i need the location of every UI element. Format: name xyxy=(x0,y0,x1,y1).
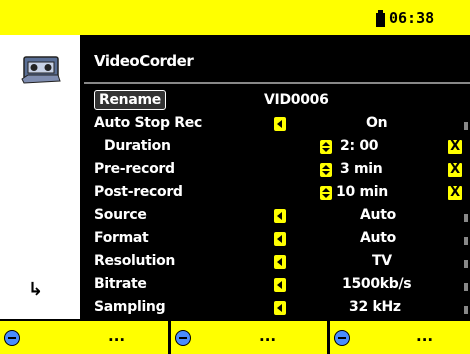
softkey-button-icon xyxy=(175,330,191,346)
left-arrow-icon[interactable] xyxy=(274,301,286,315)
setting-value: VID0006 xyxy=(264,92,329,108)
softkey-button-icon xyxy=(4,330,20,346)
up-down-arrow-icon[interactable] xyxy=(320,163,332,177)
softkey-button-icon xyxy=(334,330,350,346)
edge-indicator xyxy=(464,214,468,222)
checkbox-x-icon[interactable]: X xyxy=(448,186,462,200)
edge-indicator xyxy=(464,306,468,314)
setting-label: Resolution xyxy=(94,253,176,269)
edge-indicator xyxy=(464,237,468,245)
divider xyxy=(84,82,470,84)
softkey-3[interactable]: ... xyxy=(330,321,470,354)
setting-row-pre-record[interactable]: Pre-record 3 min X xyxy=(94,161,470,183)
softkey-bar: ... ... ... xyxy=(0,319,470,354)
setting-value: Auto xyxy=(360,230,396,246)
setting-label: Pre-record xyxy=(94,161,175,177)
setting-row-bitrate[interactable]: Bitrate 1500kb/s xyxy=(94,276,470,298)
setting-value: Auto xyxy=(360,207,396,223)
softkey-label: ... xyxy=(259,327,277,345)
up-down-arrow-icon[interactable] xyxy=(320,186,332,200)
left-arrow-icon[interactable] xyxy=(274,209,286,223)
left-arrow-icon[interactable] xyxy=(274,278,286,292)
setting-value: TV xyxy=(372,253,392,269)
setting-value: On xyxy=(366,115,388,131)
softkey-label: ... xyxy=(416,327,434,345)
setting-row-format[interactable]: Format Auto xyxy=(94,230,470,252)
setting-value: 2: 00 xyxy=(340,138,379,154)
setting-row-rename[interactable]: Rename VID0006 xyxy=(94,90,470,114)
setting-label: Post-record xyxy=(94,184,183,200)
setting-row-post-record[interactable]: Post-record 10 min X xyxy=(94,184,470,206)
setting-label: Sampling xyxy=(94,299,166,315)
setting-row-sampling[interactable]: Sampling 32 kHz xyxy=(94,299,470,321)
setting-value: 1500kb/s xyxy=(342,276,412,292)
setting-row-source[interactable]: Source Auto xyxy=(94,207,470,229)
sidebar: ↳ xyxy=(0,35,80,319)
softkey-1[interactable]: ... xyxy=(0,321,168,354)
setting-label: Format xyxy=(94,230,149,246)
setting-label: Duration xyxy=(104,138,171,154)
setting-label: Bitrate xyxy=(94,276,147,292)
settings-panel: VideoCorder Rename VID0006 Auto Stop Rec… xyxy=(80,35,470,319)
edge-indicator xyxy=(464,283,468,291)
setting-value: 32 kHz xyxy=(349,299,401,315)
page-title: VideoCorder xyxy=(94,52,194,70)
scroll-down-arrow-icon[interactable]: ↳ xyxy=(28,279,43,300)
setting-row-auto-stop-rec[interactable]: Auto Stop Rec On xyxy=(94,115,470,137)
setting-value: 10 min xyxy=(336,184,388,200)
checkbox-x-icon[interactable]: X xyxy=(448,140,462,154)
checkbox-x-icon[interactable]: X xyxy=(448,163,462,177)
setting-row-resolution[interactable]: Resolution TV xyxy=(94,253,470,275)
softkey-2[interactable]: ... xyxy=(171,321,327,354)
edge-indicator xyxy=(464,122,468,130)
clock-time: 06:38 xyxy=(389,9,435,27)
status-bar: 06:38 xyxy=(0,0,470,35)
battery-icon xyxy=(376,10,385,27)
setting-label: Source xyxy=(94,207,147,223)
left-arrow-icon[interactable] xyxy=(274,255,286,269)
up-down-arrow-icon[interactable] xyxy=(320,140,332,154)
setting-label: Auto Stop Rec xyxy=(94,115,202,131)
left-arrow-icon[interactable] xyxy=(274,232,286,246)
videocassette-icon xyxy=(21,56,61,84)
setting-row-duration[interactable]: Duration 2: 00 X xyxy=(94,138,470,160)
setting-value: 3 min xyxy=(340,161,383,177)
rename-button[interactable]: Rename xyxy=(94,90,166,110)
left-arrow-icon[interactable] xyxy=(274,117,286,131)
softkey-label: ... xyxy=(108,327,126,345)
edge-indicator xyxy=(464,260,468,268)
